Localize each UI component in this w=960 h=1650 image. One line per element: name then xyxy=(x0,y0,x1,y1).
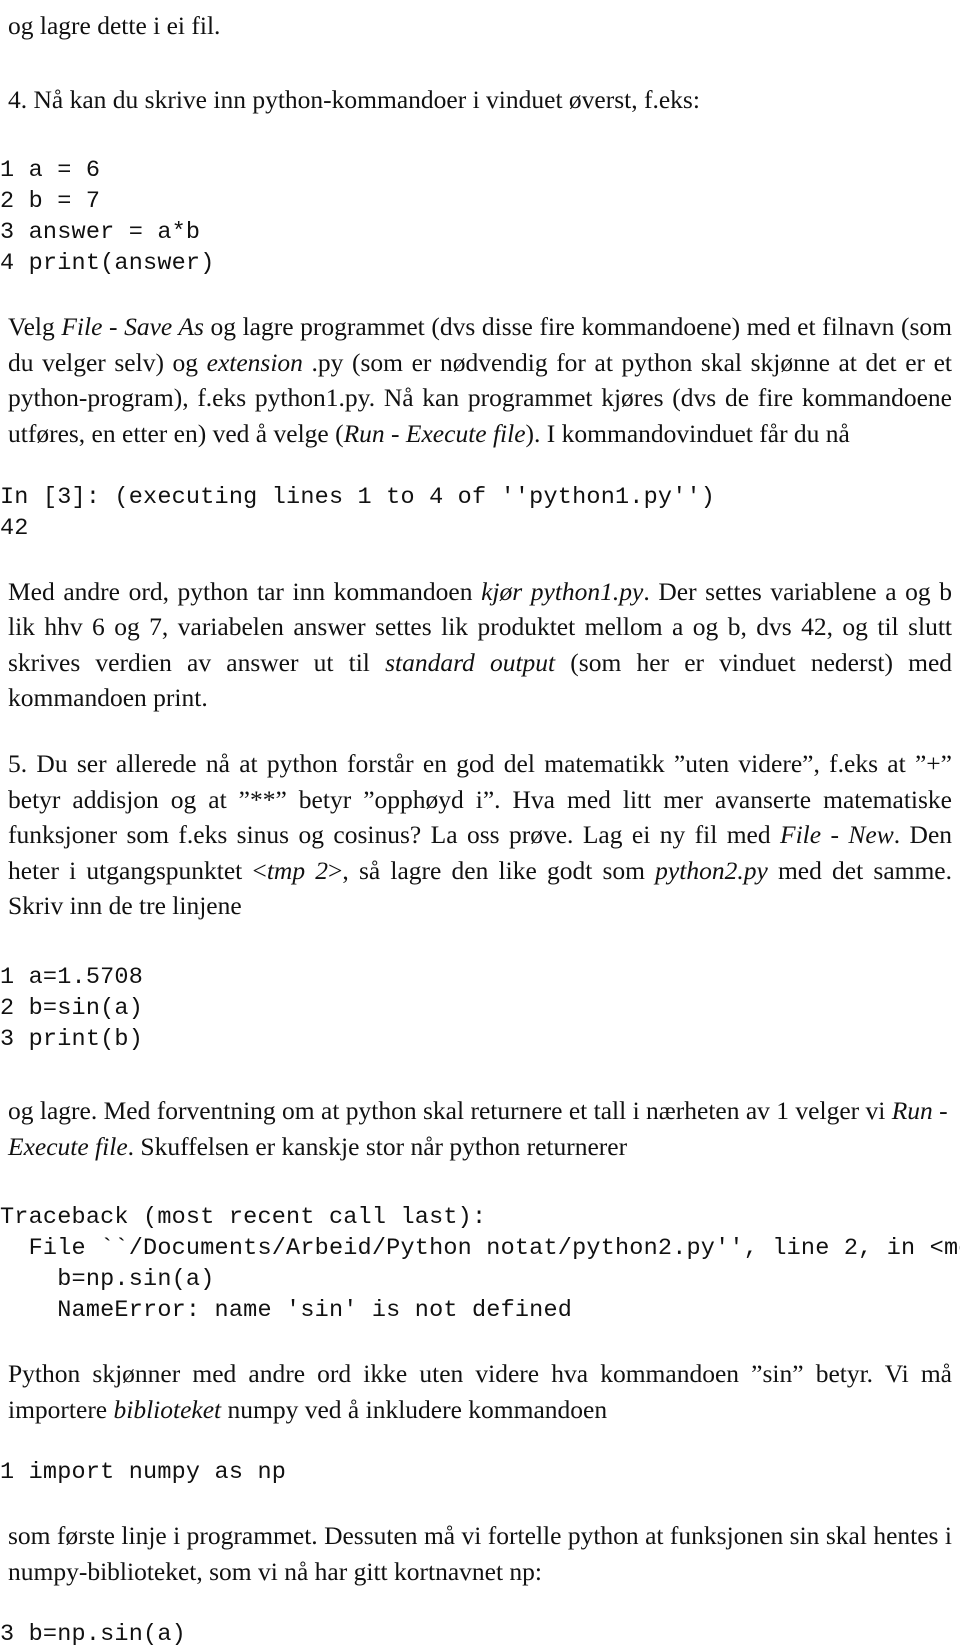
menu-path-run-execute-file: Run - Execute file xyxy=(343,418,526,448)
code-block-python1: 1 a = 6 2 b = 7 3 answer = a*b 4 print(a… xyxy=(0,157,215,278)
intro-line: og lagre dette i ei fil. xyxy=(8,11,221,40)
placeholder-tmp-2: tmp 2 xyxy=(266,855,328,885)
term-biblioteket: biblioteket xyxy=(113,1394,222,1424)
menu-path-file-save-as: File - Save As xyxy=(61,312,204,342)
code-block-python2: 1 a=1.5708 2 b=sin(a) 3 print(b) xyxy=(0,963,144,1053)
paragraph-python-skjonner: Python skjønner med andre ord ikke uten … xyxy=(8,1356,952,1427)
document-page: og lagre dette i ei fil. 4. Nå kan du sk… xyxy=(0,0,960,1648)
instruction-item-5: 5. Du ser allerede nå at python forstår … xyxy=(8,746,952,924)
text-fragment: >, så lagre den like godt som xyxy=(328,855,656,885)
code-block-b-np-sin: 3 b=np.sin(a) xyxy=(0,1621,186,1649)
text-fragment: og lagre. Med forventning om at python s… xyxy=(8,1095,892,1125)
paragraph-med-andre-ord: Med andre ord, python tar inn kommandoen… xyxy=(8,574,952,716)
code-block-output-42: In [3]: (executing lines 1 to 4 of ''pyt… xyxy=(0,483,716,542)
code-block-import-numpy: 1 import numpy as np xyxy=(0,1459,287,1487)
term-extension: extension xyxy=(206,347,303,377)
text-fragment: Velg xyxy=(8,312,62,342)
code-block-traceback: Traceback (most recent call last): File … xyxy=(0,1204,960,1325)
instruction-item-4: 4. Nå kan du skrive inn python-kommandoe… xyxy=(8,84,700,114)
paragraph-og-lagre: og lagre. Med forventning om at python s… xyxy=(8,1093,952,1164)
text-fragment: numpy ved å inkludere kommandoen xyxy=(221,1394,608,1424)
menu-path-file-new: File - New xyxy=(780,820,894,850)
text-fragment: . Skuffelsen er kanskje stor når python … xyxy=(127,1131,628,1161)
filename-python2-py: python2.py xyxy=(655,855,768,885)
text-fragment: Med andre ord, python tar inn kommandoen xyxy=(8,576,482,606)
term-standard-output: standard output xyxy=(385,647,556,677)
paragraph-velg-file-save-as: Velg File - Save As og lagre programmet … xyxy=(8,309,952,451)
command-kjor-python1: kjør python1.py xyxy=(481,576,644,606)
paragraph-som-forste-linje: som første linje i programmet. Dessuten … xyxy=(8,1521,952,1586)
text-fragment: ). I kommandovinduet får du nå xyxy=(525,418,850,448)
